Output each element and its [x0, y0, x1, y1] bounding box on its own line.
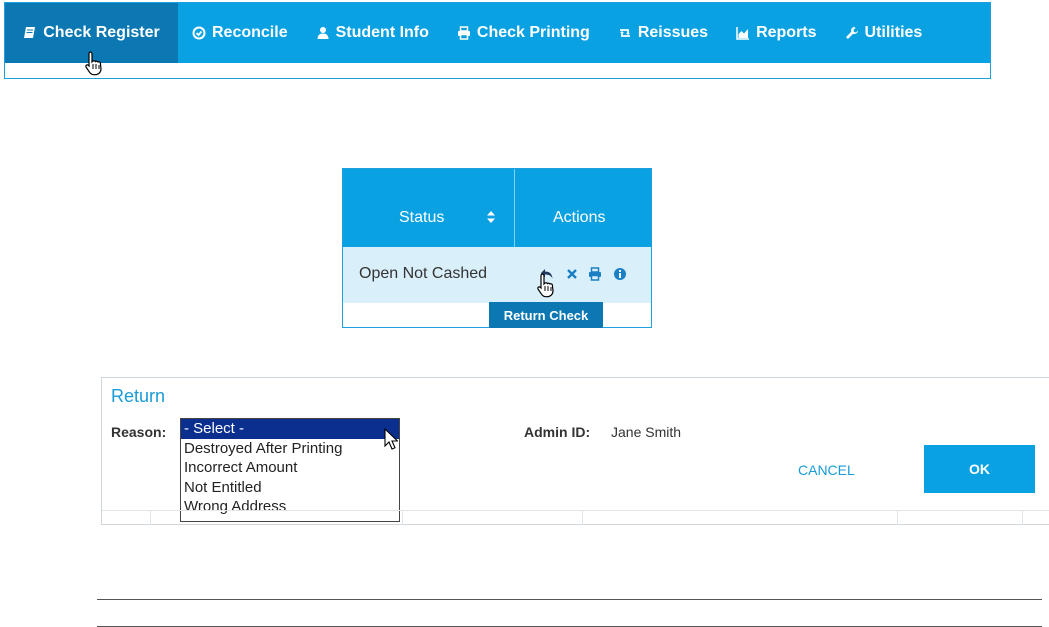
hand-cursor-icon: [536, 272, 558, 298]
admin-id-value: Jane Smith: [611, 424, 682, 440]
navbar: Check Register Reconcile Student Info Ch…: [5, 3, 990, 63]
hand-cursor-icon: [84, 50, 106, 76]
nav-label: Student Info: [335, 24, 429, 41]
retweet-icon: [618, 26, 632, 40]
admin-id-label: Admin ID:: [524, 424, 591, 440]
status-cell: Open Not Cashed: [359, 265, 488, 282]
reason-label: Reason:: [111, 424, 167, 440]
nav-item-reissues[interactable]: Reissues: [604, 3, 722, 63]
nav-item-reconcile[interactable]: Reconcile: [178, 3, 302, 63]
nav-label: Check Printing: [476, 24, 590, 41]
nav-label: Check Register: [43, 24, 160, 41]
reason-option-incorrect-amount[interactable]: Incorrect Amount: [181, 458, 399, 478]
close-icon[interactable]: [565, 267, 579, 281]
dialog-footer-grid: [102, 510, 1049, 525]
user-icon: [316, 26, 330, 40]
area-chart-icon: [736, 26, 750, 40]
column-header-status[interactable]: Status: [343, 169, 515, 247]
check-circle-icon: [192, 26, 206, 40]
printer-icon: [457, 26, 471, 40]
check-table: Status Actions Open Not Cashed Return Ch…: [342, 168, 652, 328]
column-header-label: Actions: [553, 209, 606, 226]
book-icon: [23, 26, 37, 40]
nav-label: Reissues: [637, 24, 709, 41]
divider: [97, 599, 1042, 600]
nav-label: Reports: [756, 24, 817, 41]
wrench-icon: [845, 26, 859, 40]
nav-item-student-info[interactable]: Student Info: [302, 3, 443, 63]
arrow-cursor-icon: [384, 428, 398, 450]
nav-item-utilities[interactable]: Utilities: [831, 3, 937, 63]
reason-select[interactable]: - Select - Destroyed After Printing Inco…: [180, 418, 400, 522]
reason-option-select[interactable]: - Select -: [181, 419, 399, 439]
sort-icon[interactable]: [486, 209, 496, 225]
nav-label: Reconcile: [212, 24, 288, 41]
printer-icon[interactable]: [588, 267, 602, 281]
nav-label: Utilities: [864, 24, 923, 41]
reason-option-destroyed[interactable]: Destroyed After Printing: [181, 439, 399, 459]
nav-item-check-printing[interactable]: Check Printing: [443, 3, 604, 63]
table-row: Open Not Cashed: [343, 247, 651, 303]
return-dialog: Return Reason: - Select - Destroyed Afte…: [101, 377, 1049, 525]
table-header: Status Actions: [343, 169, 651, 247]
cancel-button[interactable]: CANCEL: [798, 462, 855, 478]
reason-option-not-entitled[interactable]: Not Entitled: [181, 478, 399, 498]
top-navigation: Check Register Reconcile Student Info Ch…: [4, 2, 991, 79]
info-icon[interactable]: [613, 267, 627, 281]
nav-item-reports[interactable]: Reports: [722, 3, 830, 63]
ok-button[interactable]: OK: [924, 445, 1035, 493]
dialog-title: Return: [111, 386, 166, 406]
tooltip: Return Check: [489, 302, 603, 328]
column-header-actions: Actions: [515, 169, 653, 247]
column-header-label: Status: [399, 209, 445, 226]
